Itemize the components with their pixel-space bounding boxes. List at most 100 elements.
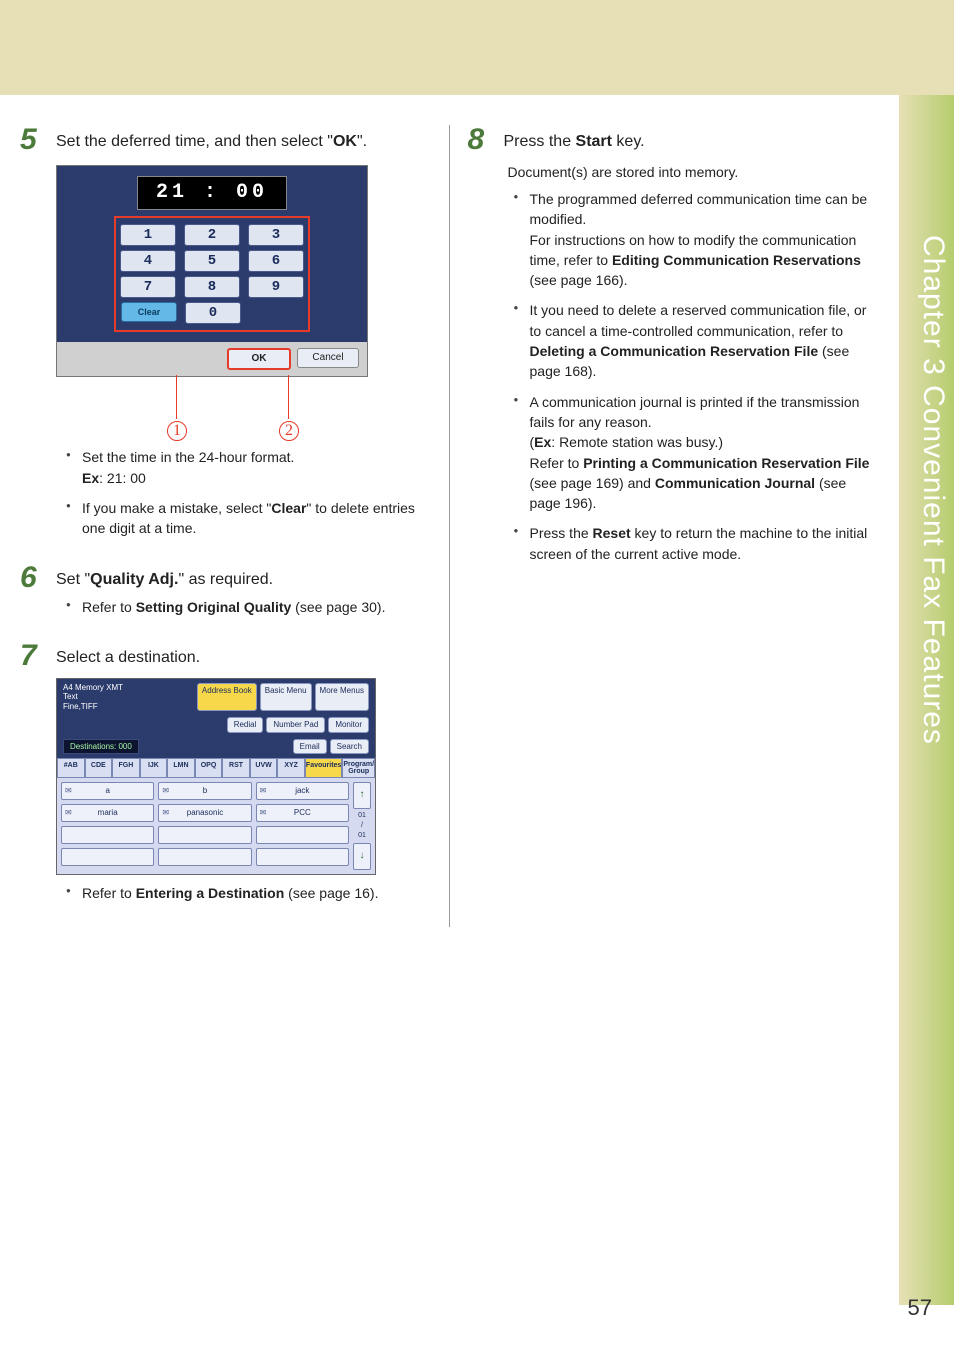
callout-lines: 1 2 [56,381,366,441]
ok-button[interactable]: OK [227,348,291,370]
list-item: It you need to delete a reserved communi… [518,300,880,381]
dest-sub-row1: Redial Number Pad Monitor [57,715,375,736]
hdr-line: A4 Memory XMT [63,683,123,693]
empty-cell[interactable] [158,826,251,844]
note-text: Refer to [82,599,136,615]
step-body: Press the Start key. Document(s) are sto… [504,125,880,578]
up-arrow-icon[interactable]: ↑ [353,782,371,809]
program-group-tab[interactable]: Program/ Group [342,758,375,778]
step8-subtext: Document(s) are stored into memory. [508,163,880,183]
empty-cell[interactable] [61,826,154,844]
dest-header-left: A4 Memory XMT Text Fine,TIFF [63,683,123,712]
key-7[interactable]: 7 [120,276,176,298]
left-column: 5 Set the deferred time, and then select… [20,125,450,927]
page-number: 57 [908,1295,932,1321]
step8-text: key. [612,133,645,150]
tab-basic-menu[interactable]: Basic Menu [260,683,312,712]
note-text: Set the time in the 24-hour format. [82,449,294,465]
letter-tab[interactable]: XYZ [277,758,305,778]
step5-text-a: Set the deferred time, and then select " [56,133,333,150]
letter-tab[interactable]: LMN [167,758,195,778]
letter-tab[interactable]: RST [222,758,250,778]
ref-bold: Communication Journal [655,475,815,491]
clear-button[interactable]: Clear [121,302,177,322]
key-1[interactable]: 1 [120,224,176,246]
key-2[interactable]: 2 [184,224,240,246]
contact-cell[interactable]: PCC [256,804,349,822]
number-pad-button[interactable]: Number Pad [266,717,325,732]
contact-cell[interactable]: b [158,782,251,800]
ref-bold: Printing a Communication Reservation Fil… [583,455,869,471]
step-body: Select a destination. A4 Memory XMT Text… [56,641,431,917]
contact-cell[interactable]: panasonic [158,804,251,822]
tab-more-menus[interactable]: More Menus [315,683,369,712]
step-body: Set "Quality Adj." as required. Refer to… [56,563,431,632]
key-6[interactable]: 6 [248,250,304,272]
cancel-button[interactable]: Cancel [297,348,359,368]
dest-sub-row2: Destinations: 000 Email Search [57,737,375,758]
destinations-count: Destinations: 000 [63,739,139,754]
step7-notes: Refer to Entering a Destination (see pag… [56,883,431,903]
key-3[interactable]: 3 [248,224,304,246]
contact-cell[interactable]: jack [256,782,349,800]
contact-grid: a b jack maria panasonic PCC [57,778,375,874]
key-5[interactable]: 5 [184,250,240,272]
step8-text: Press the [504,133,576,150]
ref-bold: Setting Original Quality [136,599,292,615]
favourites-tab[interactable]: Favourites [305,758,342,778]
hdr-line: Text [63,692,123,702]
ex-label: Ex [82,470,99,486]
empty-cell[interactable] [61,848,154,866]
contact-cell[interactable]: maria [61,804,154,822]
start-key-label: Start [576,133,612,150]
list-item: The programmed deferred communication ti… [518,189,880,290]
empty-cell[interactable] [158,848,251,866]
monitor-button[interactable]: Monitor [328,717,369,732]
step-number: 7 [20,641,56,917]
empty-cell[interactable] [256,848,349,866]
letter-tab[interactable]: #AB [57,758,85,778]
side-tab-label: Chapter 3 Convenient Fax Features [916,235,950,745]
right-column: 8 Press the Start key. Document(s) are s… [450,125,880,927]
step-number: 6 [20,563,56,632]
letter-tab[interactable]: UVW [250,758,278,778]
step-7: 7 Select a destination. A4 Memory XMT Te… [20,641,431,917]
search-button[interactable]: Search [330,739,369,754]
note-text: (see page 16). [284,885,378,901]
page-indicator: 01 / 01 [353,811,371,840]
tab-address-book[interactable]: Address Book [197,683,257,712]
key-0[interactable]: 0 [185,302,241,324]
time-display: 21 : 00 [137,176,287,210]
letter-tab[interactable]: FGH [112,758,140,778]
letter-tab[interactable]: CDE [85,758,113,778]
callout-num-1: 1 [167,421,187,441]
step6-text: Set " [56,571,90,588]
step-8: 8 Press the Start key. Document(s) are s… [468,125,880,578]
key-4[interactable]: 4 [120,250,176,272]
dest-header: A4 Memory XMT Text Fine,TIFF Address Boo… [57,679,375,716]
dest-tabs: Address Book Basic Menu More Menus [197,683,369,712]
redial-button[interactable]: Redial [227,717,264,732]
step-5: 5 Set the deferred time, and then select… [20,125,431,553]
list-item: Press the Reset key to return the machin… [518,523,880,564]
step-number: 5 [20,125,56,553]
list-item: Refer to Setting Original Quality (see p… [70,597,431,617]
callout-line-2 [288,375,289,419]
note-text: Press the [530,525,593,541]
letter-tab[interactable]: OPQ [195,758,223,778]
key-8[interactable]: 8 [184,276,240,298]
letter-tabs: #AB CDE FGH IJK LMN OPQ RST UVW XYZ Favo… [57,758,375,778]
email-button[interactable]: Email [293,739,327,754]
time-panel: 21 : 00 1 2 3 4 5 6 [57,166,367,342]
step5-ok: OK [333,133,357,150]
step-number: 8 [468,125,504,578]
key-9[interactable]: 9 [248,276,304,298]
side-tab: Chapter 3 Convenient Fax Features [899,95,954,1305]
letter-tab[interactable]: IJK [140,758,168,778]
callout-line-1 [176,375,177,419]
empty-cell[interactable] [256,826,349,844]
note-text: Refer to [82,885,136,901]
contact-cell[interactable]: a [61,782,154,800]
step7-text: Select a destination. [56,649,200,666]
down-arrow-icon[interactable]: ↓ [353,843,371,870]
